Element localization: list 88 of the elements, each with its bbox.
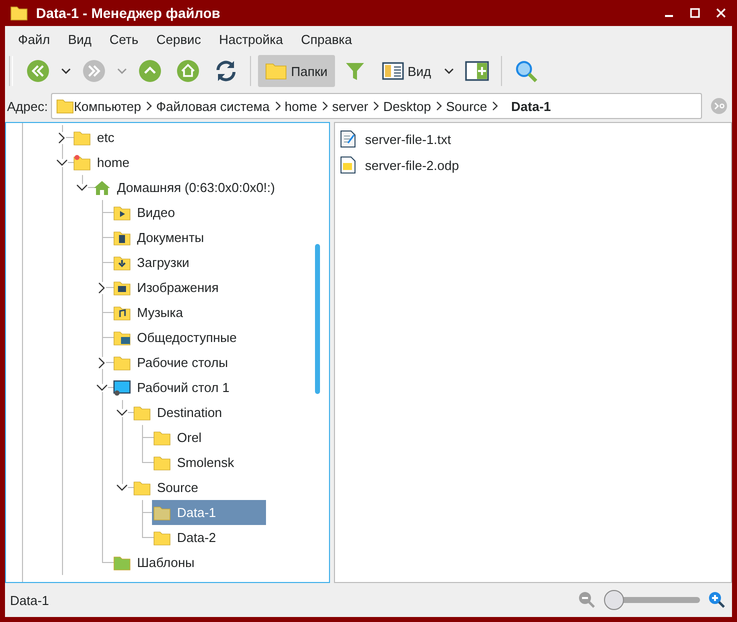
menu-item[interactable]: Вид xyxy=(58,32,100,46)
folder-icon xyxy=(113,204,131,220)
split-view-icon[interactable] xyxy=(465,61,490,81)
scrollbar[interactable] xyxy=(315,244,320,394)
expand-chevron-icon[interactable] xyxy=(116,484,128,492)
chevron-icon xyxy=(492,101,500,111)
menu-item[interactable]: Файл xyxy=(9,32,59,46)
chevron-icon xyxy=(146,101,154,111)
tree-item[interactable]: Общедоступные xyxy=(112,325,247,350)
tree-item[interactable]: Orel xyxy=(152,425,212,450)
folder-icon xyxy=(265,62,287,80)
chevron-icon xyxy=(322,101,330,111)
chevron-icon xyxy=(373,101,380,111)
folder-icon xyxy=(113,254,131,270)
tree-item[interactable]: Загрузки xyxy=(112,250,200,275)
address-field[interactable]: Компьютер Файловая система home server Desktop Source Data-1 xyxy=(50,93,702,119)
folder-icon xyxy=(73,130,91,146)
file-item[interactable]: server-file-2.odp xyxy=(335,152,731,178)
view-button[interactable]: Вид xyxy=(374,55,438,87)
folder-icon xyxy=(153,504,171,520)
folder-icon xyxy=(113,330,131,346)
tree-item[interactable]: Рабочие столы xyxy=(112,350,238,375)
breadcrumb-item[interactable]: Data-1 xyxy=(511,98,551,114)
folder-icon xyxy=(113,554,131,570)
tree-item[interactable]: Рабочий стол 1 xyxy=(112,375,240,400)
breadcrumb-item[interactable]: Компьютер xyxy=(74,98,142,114)
tree-item[interactable]: Изображения xyxy=(112,275,229,300)
refresh-icon[interactable] xyxy=(214,59,238,83)
folders-button[interactable]: Папки xyxy=(258,55,335,87)
collapse-chevron-icon[interactable] xyxy=(58,132,66,144)
zoom-in-icon[interactable] xyxy=(708,591,726,609)
tree-item[interactable]: home xyxy=(72,150,140,175)
chevron-icon xyxy=(436,101,443,111)
folder-icon xyxy=(133,404,151,420)
text-file-icon xyxy=(340,130,356,148)
presentation-file-icon xyxy=(340,156,356,174)
folder-icon xyxy=(133,480,151,496)
home-icon xyxy=(93,180,111,196)
folder-icon xyxy=(113,230,131,246)
tree-item[interactable]: Data-2 xyxy=(152,525,226,550)
expand-chevron-icon[interactable] xyxy=(116,408,128,416)
expand-chevron-icon[interactable] xyxy=(96,384,108,392)
close-icon[interactable] xyxy=(716,8,726,18)
collapse-chevron-icon[interactable] xyxy=(98,356,106,368)
tree-item[interactable]: Домашняя (0:63:0x0:0x0!:) xyxy=(92,175,285,200)
folder-icon xyxy=(113,304,131,320)
menu-item[interactable]: Сервис xyxy=(147,32,210,46)
status-text: Data-1 xyxy=(10,592,50,608)
search-icon[interactable] xyxy=(514,59,538,83)
folder-icon xyxy=(10,5,28,21)
slider-thumb[interactable] xyxy=(604,590,624,610)
menu-item[interactable]: Сеть xyxy=(100,32,148,46)
monitor-icon xyxy=(113,380,131,396)
collapse-chevron-icon[interactable] xyxy=(98,282,106,294)
folder-icon xyxy=(113,354,131,370)
folder-icon xyxy=(153,530,171,546)
tree-item[interactable]: etc xyxy=(72,125,124,150)
view-icon xyxy=(382,62,404,80)
tree-item[interactable]: Destination xyxy=(132,400,232,425)
breadcrumb-item[interactable]: Source xyxy=(446,98,488,114)
folder-icon xyxy=(56,98,74,114)
zoom-out-icon[interactable] xyxy=(578,591,596,609)
menu-item[interactable]: Справка xyxy=(292,32,361,46)
maximize-icon[interactable] xyxy=(690,8,700,18)
breadcrumb-item[interactable]: home xyxy=(284,98,318,114)
file-item[interactable]: server-file-1.txt xyxy=(335,126,731,152)
breadcrumb-item[interactable]: server xyxy=(332,98,368,114)
window-title: Data-1 - Менеджер файлов xyxy=(36,5,222,21)
caret-icon[interactable] xyxy=(61,67,71,75)
expand-chevron-icon[interactable] xyxy=(76,184,88,192)
tree-item[interactable]: Source xyxy=(132,475,208,500)
folder-icon xyxy=(153,430,171,446)
tree-item[interactable]: Шаблоны xyxy=(112,550,204,575)
caret-icon[interactable] xyxy=(444,67,454,75)
chevron-icon xyxy=(274,101,282,111)
folder-icon xyxy=(73,154,91,170)
folder-icon xyxy=(113,280,131,296)
tree-item[interactable]: Документы xyxy=(112,225,214,250)
zoom-slider[interactable] xyxy=(604,590,700,610)
address-label: Адрес: xyxy=(7,98,48,114)
tree-item[interactable]: Smolensk xyxy=(152,450,244,475)
menu-item[interactable]: Настройка xyxy=(210,32,292,46)
expand-chevron-icon[interactable] xyxy=(56,158,68,166)
breadcrumb-item[interactable]: Файловая система xyxy=(156,98,270,114)
breadcrumb-item[interactable]: Desktop xyxy=(383,98,431,114)
folder-icon xyxy=(153,454,171,470)
tree-item[interactable]: Музыка xyxy=(112,300,193,325)
tree-item[interactable]: Видео xyxy=(112,200,185,225)
